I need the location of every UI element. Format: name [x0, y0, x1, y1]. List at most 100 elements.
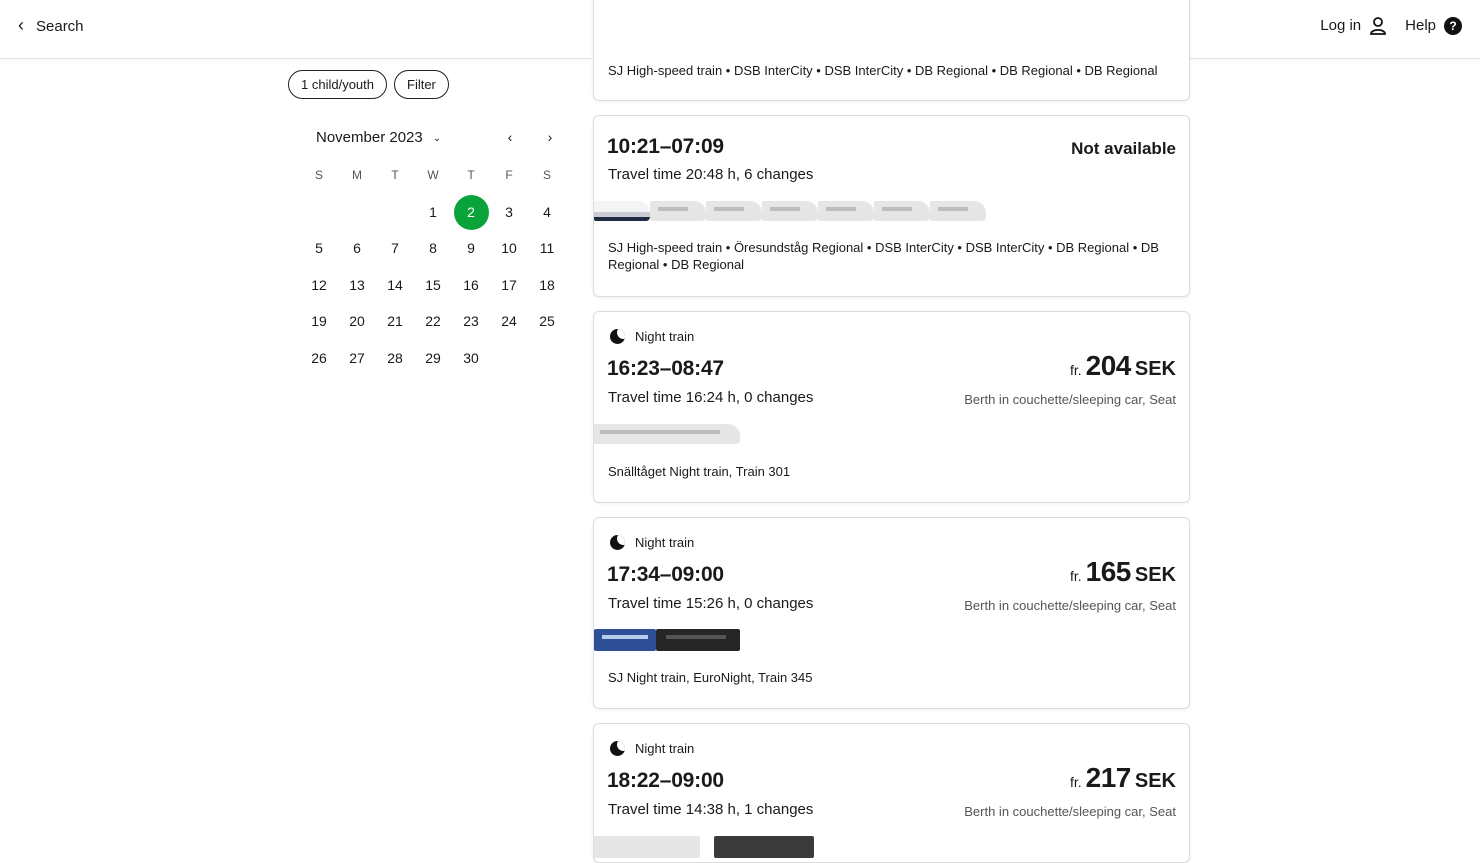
- question-mark-icon: ?: [1444, 16, 1462, 35]
- night-train-tag: Night train: [610, 535, 694, 550]
- calendar-day-selected[interactable]: 2: [452, 194, 490, 230]
- calendar-day[interactable]: 3: [490, 194, 528, 230]
- calendar-day-number: 3: [505, 204, 513, 220]
- calendar-day[interactable]: 14: [376, 267, 414, 303]
- calendar-day-number: 19: [311, 313, 327, 330]
- departure-card[interactable]: 10:21–07:09 Not available Travel time 20…: [593, 115, 1190, 297]
- calendar-day-number: 7: [391, 240, 399, 257]
- calendar-day-number: 20: [349, 313, 365, 330]
- calendar-day[interactable]: 30: [452, 340, 490, 376]
- calendar-day[interactable]: 20: [338, 303, 376, 339]
- calendar-day[interactable]: 4: [528, 194, 566, 230]
- locomotive-icon: [656, 629, 740, 651]
- calendar-day[interactable]: 7: [376, 230, 414, 266]
- calendar-day-number: 24: [501, 313, 517, 330]
- travel-time: Travel time 15:26 h, 0 changes: [608, 595, 814, 612]
- price-currency: SEK: [1134, 564, 1176, 586]
- help-button[interactable]: Help ?: [1405, 16, 1462, 35]
- calendar-day-number: 8: [429, 240, 437, 257]
- next-month-button[interactable]: ›: [542, 129, 558, 145]
- calendar-day[interactable]: 29: [414, 340, 452, 376]
- calendar-day-number: 10: [501, 240, 517, 257]
- route-description: SJ Night train, EuroNight, Train 345: [608, 670, 813, 685]
- sleeper-car-icon: [594, 629, 656, 651]
- departure-time: 17:34–09:00: [607, 563, 724, 586]
- locomotive-icon: [714, 836, 814, 858]
- calendar-day-number: 6: [353, 240, 361, 257]
- calendar-day[interactable]: 18: [528, 267, 566, 303]
- train-icon: [818, 201, 874, 221]
- previous-month-button[interactable]: ‹: [502, 129, 518, 145]
- calendar-day[interactable]: 23: [452, 303, 490, 339]
- calendar-day[interactable]: 5: [300, 230, 338, 266]
- calendar-day[interactable]: 10: [490, 230, 528, 266]
- calendar-day[interactable]: 13: [338, 267, 376, 303]
- calendar-day[interactable]: 21: [376, 303, 414, 339]
- calendar-day[interactable]: 1: [414, 194, 452, 230]
- price-prefix: fr.: [1069, 568, 1082, 584]
- passengers-chip[interactable]: 1 child/youth: [288, 70, 387, 99]
- tag-label: Night train: [635, 329, 695, 344]
- travel-time: Travel time 16:24 h, 0 changes: [608, 389, 814, 406]
- calendar-day[interactable]: 19: [300, 303, 338, 339]
- filter-chip[interactable]: Filter: [394, 70, 449, 99]
- moon-icon: [610, 329, 625, 344]
- train-icon: [874, 201, 930, 221]
- calendar-day[interactable]: 9: [452, 230, 490, 266]
- departure-time: 16:23–08:47: [607, 357, 724, 380]
- departure-card[interactable]: Night train 18:22–09:00 Travel time 14:3…: [593, 723, 1190, 863]
- calendar-day-number: 9: [467, 240, 475, 257]
- departure-card[interactable]: SJ High-speed train • DSB InterCity • DS…: [593, 0, 1190, 101]
- calendar-day-number: 28: [387, 349, 403, 366]
- login-label: Log in: [1320, 17, 1362, 34]
- night-train-tag: Night train: [610, 741, 694, 756]
- train-icon: [594, 836, 700, 858]
- calendar-day-number: 2: [453, 194, 489, 230]
- train-icon: [706, 201, 762, 221]
- price: fr. 217 SEK: [1070, 762, 1176, 794]
- weekday-label: T: [391, 168, 399, 182]
- route-description: SJ High-speed train • Öresundståg Region…: [608, 240, 1159, 272]
- top-links: Log in Help ?: [1320, 16, 1462, 35]
- departure-card[interactable]: Night train 16:23–08:47 Travel time 16:2…: [593, 311, 1190, 503]
- calendar-day[interactable]: 6: [338, 230, 376, 266]
- train-icon: [594, 424, 740, 444]
- departure-card[interactable]: Night train 17:34–09:00 Travel time 15:2…: [593, 517, 1190, 709]
- login-button[interactable]: Log in: [1320, 16, 1387, 35]
- calendar-day[interactable]: 26: [300, 340, 338, 376]
- class-options: Berth in couchette/sleeping car, Seat: [964, 392, 1176, 407]
- calendar-day-number: 18: [539, 276, 555, 293]
- calendar-day[interactable]: 17: [490, 267, 528, 303]
- weekday-row: SMTWTFS: [300, 168, 566, 182]
- chevron-right-icon: ›: [547, 129, 553, 145]
- calendar-day-number: 1: [429, 204, 437, 220]
- calendar-day[interactable]: 24: [490, 303, 528, 339]
- calendar-day[interactable]: 8: [414, 230, 452, 266]
- travel-time: Travel time 14:38 h, 1 changes: [608, 801, 814, 818]
- chevron-down-icon: ⌄: [432, 133, 442, 144]
- calendar-day-number: 22: [425, 313, 441, 330]
- calendar-day-number: 15: [425, 276, 441, 293]
- departure-time: 10:21–07:09: [607, 135, 724, 158]
- calendar-day[interactable]: 27: [338, 340, 376, 376]
- calendar-day[interactable]: 22: [414, 303, 452, 339]
- tag-label: Night train: [635, 535, 695, 550]
- calendar-day-number: 25: [539, 313, 555, 330]
- route-description: Snälltåget Night train, Train 301: [608, 464, 791, 479]
- calendar-day[interactable]: 16: [452, 267, 490, 303]
- calendar-day-number: 16: [463, 276, 479, 293]
- calendar-day[interactable]: 11: [528, 230, 566, 266]
- calendar-day-number: 5: [315, 240, 323, 257]
- price-currency: SEK: [1134, 358, 1176, 380]
- calendar-day[interactable]: 15: [414, 267, 452, 303]
- calendar-day[interactable]: 28: [376, 340, 414, 376]
- night-train-tag: Night train: [610, 329, 694, 344]
- calendar-day[interactable]: 25: [528, 303, 566, 339]
- calendar-day[interactable]: 12: [300, 267, 338, 303]
- train-icon: [650, 201, 706, 221]
- help-label: Help: [1405, 17, 1436, 34]
- weekday-label: F: [505, 168, 513, 182]
- price-prefix: fr.: [1069, 774, 1082, 790]
- calendar-days: 1 2 3 4 5 6 7 8 9 10 11 12 13 14 15 16 17 18 19 20 21 22 23 24 2…: [300, 194, 566, 376]
- month-select[interactable]: November 2023 ⌄: [316, 129, 441, 146]
